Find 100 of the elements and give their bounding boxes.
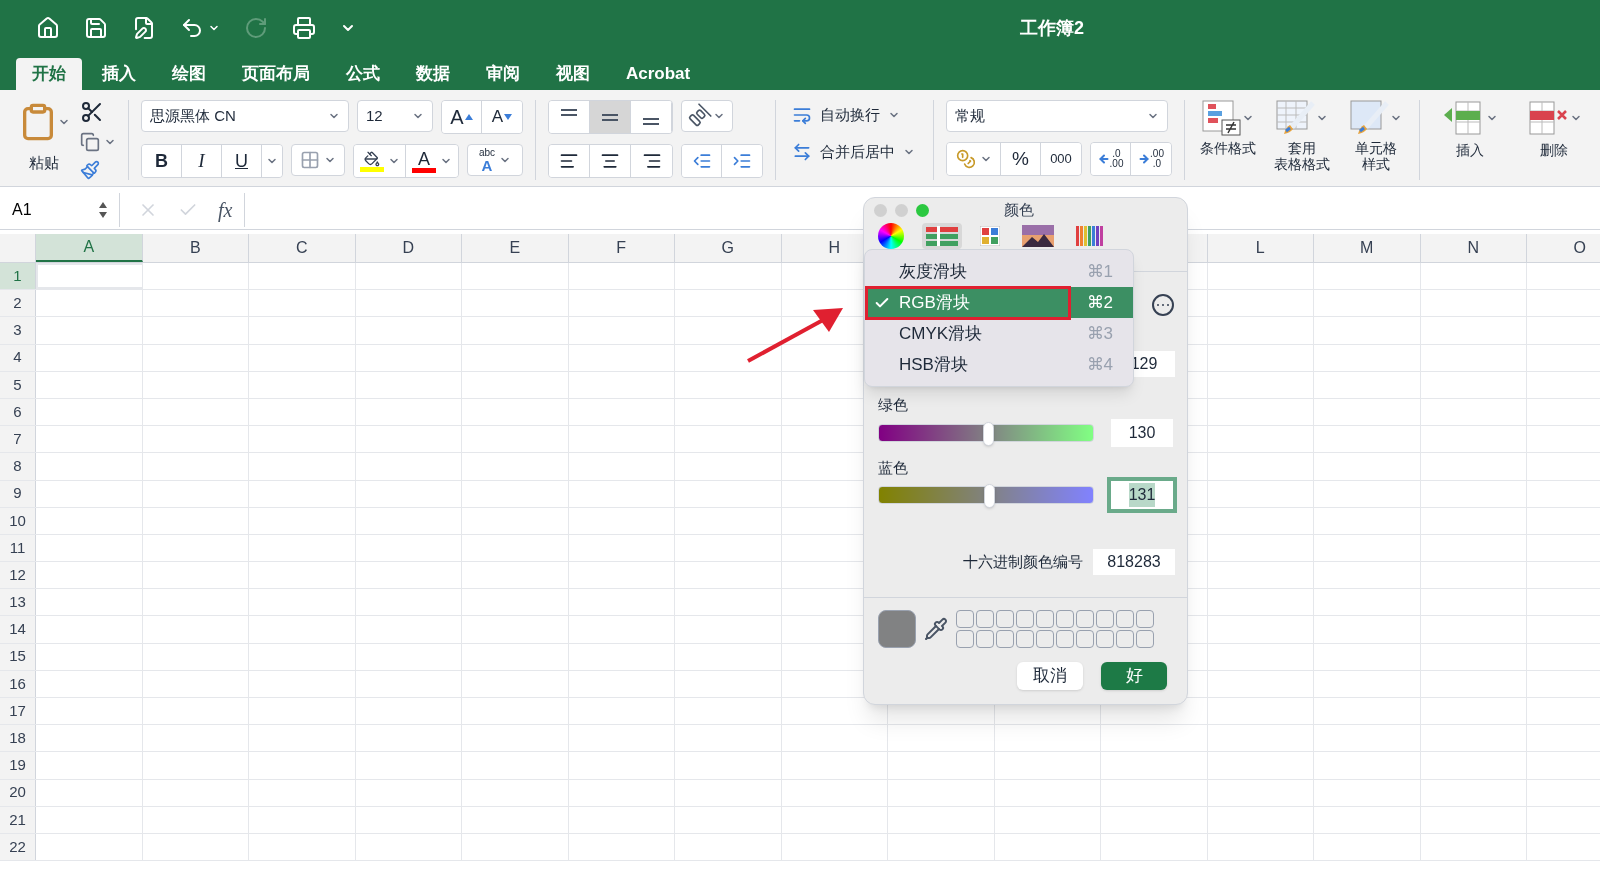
insert-function-button[interactable]: fx — [218, 194, 233, 225]
empty-swatch[interactable] — [1056, 630, 1074, 648]
empty-swatch[interactable] — [1076, 630, 1094, 648]
empty-swatch[interactable] — [1096, 630, 1114, 648]
orientation-button[interactable] — [681, 100, 733, 132]
menu-item[interactable]: CMYK滑块 ⌘3 — [865, 318, 1133, 349]
color-mode-tab[interactable] — [922, 223, 962, 249]
bottom-align-button[interactable] — [631, 101, 672, 133]
name-box[interactable]: A1 — [0, 192, 120, 227]
ribbon-tab[interactable]: 绘图 — [156, 58, 222, 90]
underline-menu-button[interactable] — [262, 145, 282, 177]
row-header[interactable]: 8 — [0, 453, 36, 480]
row-header[interactable]: 12 — [0, 562, 36, 589]
copy-icon[interactable] — [80, 132, 100, 152]
row-header[interactable]: 5 — [0, 371, 36, 398]
font-color-button[interactable]: A — [406, 145, 458, 177]
ok-button[interactable]: 好 — [1101, 662, 1167, 690]
number-format-field[interactable]: 常规 — [946, 100, 1168, 132]
empty-swatch[interactable] — [1036, 630, 1054, 648]
empty-swatch[interactable] — [976, 610, 994, 628]
currency-button[interactable] — [947, 143, 1001, 175]
empty-swatch[interactable] — [956, 610, 974, 628]
home-icon[interactable] — [36, 16, 60, 40]
cut-icon[interactable] — [80, 100, 104, 124]
underline-button[interactable]: U — [222, 145, 262, 177]
align-center-button[interactable] — [590, 145, 631, 177]
column-header[interactable]: D — [355, 234, 462, 262]
edit-icon[interactable] — [132, 16, 156, 40]
empty-swatch[interactable] — [1116, 630, 1134, 648]
row-header[interactable]: 6 — [0, 398, 36, 426]
empty-swatch[interactable] — [976, 630, 994, 648]
empty-swatch[interactable] — [1136, 630, 1154, 648]
row-header[interactable]: 20 — [0, 779, 36, 806]
row-header[interactable]: 2 — [0, 290, 36, 317]
empty-swatch[interactable] — [996, 630, 1014, 648]
percent-button[interactable]: % — [1001, 143, 1041, 175]
font-family-field[interactable]: 思源黑体 CN — [141, 100, 349, 132]
row-header[interactable]: 18 — [0, 725, 36, 752]
row-header[interactable]: 4 — [0, 344, 36, 371]
text-effects-button[interactable]: abc A — [467, 144, 523, 176]
ribbon-tab[interactable]: 开始 — [16, 58, 82, 90]
column-header[interactable]: N — [1420, 234, 1527, 262]
column-header[interactable]: M — [1314, 234, 1421, 262]
font-size-field[interactable]: 12 — [357, 100, 433, 132]
style-button[interactable]: 条件格式 — [1197, 100, 1259, 180]
empty-swatch[interactable] — [1016, 630, 1034, 648]
style-button[interactable]: 单元格 样式 — [1345, 100, 1407, 180]
top-align-button[interactable] — [549, 101, 590, 133]
more-icon[interactable] — [1151, 293, 1175, 317]
middle-align-button[interactable] — [590, 101, 631, 133]
ribbon-tab[interactable]: 页面布局 — [226, 58, 326, 90]
column-header[interactable]: L — [1207, 234, 1314, 262]
style-button[interactable]: 套用 表格格式 — [1271, 100, 1333, 180]
decrease-indent-button[interactable] — [682, 145, 722, 177]
eyedropper-icon[interactable] — [924, 617, 948, 641]
row-header[interactable]: 19 — [0, 752, 36, 779]
align-right-button[interactable] — [631, 145, 672, 177]
delete-button[interactable]: 删除 — [1524, 100, 1584, 180]
decrease-decimal-button[interactable]: .00 .0 — [1131, 143, 1171, 175]
row-header[interactable]: 16 — [0, 670, 36, 697]
row-header[interactable]: 14 — [0, 616, 36, 643]
column-header[interactable]: C — [249, 234, 356, 262]
increase-decimal-button[interactable]: .0 .00 — [1091, 143, 1131, 175]
column-header[interactable]: F — [568, 234, 675, 262]
empty-swatch[interactable] — [1096, 610, 1114, 628]
row-header[interactable]: 17 — [0, 698, 36, 725]
bold-button[interactable]: B — [142, 145, 182, 177]
row-header[interactable]: 10 — [0, 507, 36, 534]
undo-icon[interactable] — [180, 16, 204, 40]
row-header[interactable]: 13 — [0, 589, 36, 616]
empty-swatch[interactable] — [996, 610, 1014, 628]
increase-indent-button[interactable] — [722, 145, 762, 177]
empty-swatch[interactable] — [956, 630, 974, 648]
empty-swatch[interactable] — [1116, 610, 1134, 628]
row-header[interactable]: 15 — [0, 643, 36, 670]
row-header[interactable]: 9 — [0, 480, 36, 507]
empty-swatch[interactable] — [1056, 610, 1074, 628]
column-header[interactable]: O — [1527, 234, 1600, 262]
ribbon-tab[interactable]: 审阅 — [470, 58, 536, 90]
empty-swatch[interactable] — [1036, 610, 1054, 628]
color-swatch[interactable] — [878, 610, 916, 648]
hex-field[interactable]: 818283 — [1093, 549, 1175, 575]
save-icon[interactable] — [84, 16, 108, 40]
ribbon-tab[interactable]: 视图 — [540, 58, 606, 90]
empty-swatch[interactable] — [1136, 610, 1154, 628]
paste-label[interactable]: 粘贴 — [29, 152, 59, 175]
empty-swatch[interactable] — [1076, 610, 1094, 628]
grow-font-button[interactable]: A — [442, 101, 482, 133]
selected-cell[interactable] — [36, 263, 143, 290]
column-header[interactable]: B — [142, 234, 249, 262]
ribbon-tab[interactable]: Acrobat — [610, 58, 707, 90]
row-header[interactable]: 21 — [0, 806, 36, 833]
align-left-button[interactable] — [549, 145, 590, 177]
slider-thumb[interactable] — [983, 421, 995, 446]
empty-swatch[interactable] — [1016, 610, 1034, 628]
wrap-text-button[interactable]: 自动换行 — [792, 104, 917, 127]
row-header[interactable]: 22 — [0, 833, 36, 861]
row-header[interactable]: 3 — [0, 317, 36, 344]
italic-button[interactable]: I — [182, 145, 222, 177]
merge-center-button[interactable]: 合并后居中 — [792, 140, 917, 163]
